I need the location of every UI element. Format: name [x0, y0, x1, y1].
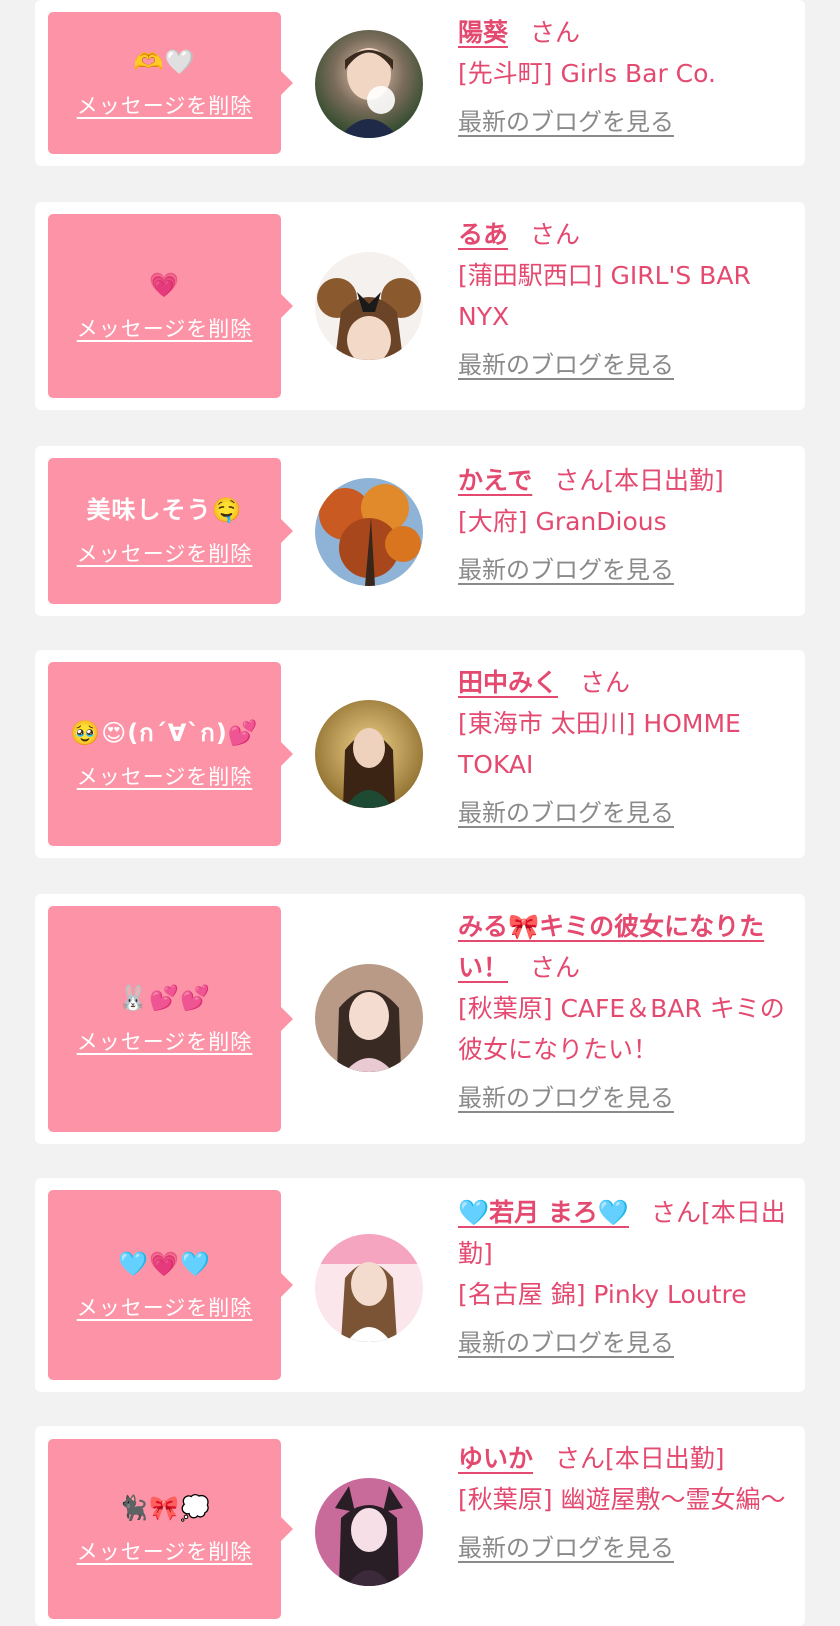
honorific: さん	[530, 18, 581, 47]
delete-message-link[interactable]: メッセージを削除	[77, 1028, 253, 1056]
user-info: 田中みく さん [東海市 太田川] HOMME TOKAI 最新のブログを見る	[458, 662, 793, 829]
avatar[interactable]	[315, 1478, 423, 1586]
user-info: ゆいか さん[本日出勤] [秋葉原] 幽遊屋敷〜霊女編〜 最新のブログを見る	[458, 1438, 793, 1564]
message-card: 🥹😍(ก´∀`ก)💕 メッセージを削除 田中みく さん [東海市 太田川] HOM…	[35, 650, 805, 858]
honorific: さん	[650, 1198, 701, 1227]
avatar[interactable]	[315, 478, 423, 586]
message-text: 🩵💗🩵	[118, 1250, 211, 1278]
delete-message-link[interactable]: メッセージを削除	[77, 1294, 253, 1322]
message-text: 美味しそう🤤	[86, 496, 243, 524]
status-badge: [本日出勤]	[604, 466, 724, 495]
user-info: かえで さん[本日出勤] [大府] GranDious 最新のブログを見る	[458, 460, 793, 586]
message-text: 🐈‍⬛🎀💭	[118, 1494, 211, 1522]
message-bubble: 💗 メッセージを削除	[48, 214, 293, 398]
honorific: さん	[530, 953, 581, 982]
message-card: 🐈‍⬛🎀💭 メッセージを削除 ゆいか さん[本日出勤] [秋葉原] 幽遊屋敷〜霊女…	[35, 1426, 805, 1626]
delete-message-link[interactable]: メッセージを削除	[77, 92, 253, 120]
latest-blog-link[interactable]: 最新のブログを見る	[458, 1327, 674, 1359]
latest-blog-link[interactable]: 最新のブログを見る	[458, 1532, 674, 1564]
avatar[interactable]	[315, 252, 423, 360]
latest-blog-link[interactable]: 最新のブログを見る	[458, 349, 674, 381]
delete-message-link[interactable]: メッセージを削除	[77, 1538, 253, 1566]
message-card: 美味しそう🤤 メッセージを削除 かえで さん[本日出勤] [大府] GranDio…	[35, 446, 805, 616]
message-card: 🩵💗🩵 メッセージを削除 🩵若月 まろ🩵 さん[本日出勤] [名古屋 錦] Pin…	[35, 1178, 805, 1392]
avatar[interactable]	[315, 30, 423, 138]
honorific: さん	[555, 1444, 606, 1473]
honorific: さん	[554, 466, 605, 495]
user-info: 🩵若月 まろ🩵 さん[本日出勤] [名古屋 錦] Pinky Loutre 最新の…	[458, 1192, 793, 1359]
delete-message-link[interactable]: メッセージを削除	[77, 540, 253, 568]
avatar[interactable]	[315, 1234, 423, 1342]
delete-message-link[interactable]: メッセージを削除	[77, 315, 253, 343]
status-badge: [本日出勤]	[605, 1444, 725, 1473]
message-bubble: 美味しそう🤤 メッセージを削除	[48, 458, 293, 604]
latest-blog-link[interactable]: 最新のブログを見る	[458, 554, 674, 586]
message-bubble: 🥹😍(ก´∀`ก)💕 メッセージを削除	[48, 662, 293, 846]
user-name-link[interactable]: るあ	[458, 220, 508, 249]
shop-name: [名古屋 錦] Pinky Loutre	[458, 1280, 747, 1309]
user-name-link[interactable]: 田中みく	[458, 668, 558, 697]
user-info: るあ さん [蒲田駅西口] GIRL'S BAR NYX 最新のブログを見る	[458, 214, 793, 381]
user-info: みる🎀キミの彼女になりたい！ さん [秋葉原] CAFE＆BAR キミの彼女になり…	[458, 906, 793, 1114]
user-name-link[interactable]: ゆいか	[458, 1444, 533, 1473]
latest-blog-link[interactable]: 最新のブログを見る	[458, 797, 674, 829]
message-card: 🫶🤍 メッセージを削除 陽葵 さん [先斗町] Girls Bar Co. 最新の…	[35, 0, 805, 166]
message-bubble: 🐈‍⬛🎀💭 メッセージを削除	[48, 1439, 293, 1619]
message-bubble: 🫶🤍 メッセージを削除	[48, 12, 293, 154]
message-card: 🐰💕💕 メッセージを削除 みる🎀キミの彼女になりたい！ さん [秋葉原] CAFE…	[35, 894, 805, 1144]
avatar[interactable]	[315, 964, 423, 1072]
user-info: 陽葵 さん [先斗町] Girls Bar Co. 最新のブログを見る	[458, 12, 793, 138]
message-text: 🫶🤍	[133, 48, 196, 76]
user-name-link[interactable]: かえで	[458, 466, 532, 495]
shop-name: [大府] GranDious	[458, 507, 667, 536]
shop-name: [先斗町] Girls Bar Co.	[458, 59, 716, 88]
user-name-link[interactable]: 陽葵	[458, 18, 508, 47]
shop-name: [秋葉原] CAFE＆BAR キミの彼女になりたい！	[458, 994, 785, 1064]
message-card: 💗 メッセージを削除 るあ さん [蒲田駅西口] GIRL'S BAR NYX 最…	[35, 202, 805, 410]
latest-blog-link[interactable]: 最新のブログを見る	[458, 106, 674, 138]
honorific: さん	[580, 668, 631, 697]
user-name-link[interactable]: みる🎀キミの彼女になりたい！	[458, 912, 764, 982]
shop-name: [秋葉原] 幽遊屋敷〜霊女編〜	[458, 1485, 786, 1514]
latest-blog-link[interactable]: 最新のブログを見る	[458, 1082, 674, 1114]
delete-message-link[interactable]: メッセージを削除	[77, 763, 253, 791]
honorific: さん	[530, 220, 581, 249]
message-bubble: 🩵💗🩵 メッセージを削除	[48, 1190, 293, 1380]
message-bubble: 🐰💕💕 メッセージを削除	[48, 906, 293, 1132]
shop-name: [東海市 太田川] HOMME TOKAI	[458, 709, 741, 779]
message-text: 💗	[149, 271, 180, 299]
message-text: 🥹😍(ก´∀`ก)💕	[70, 719, 259, 747]
message-text: 🐰💕💕	[118, 984, 211, 1012]
user-name-link[interactable]: 🩵若月 まろ🩵	[458, 1198, 629, 1227]
shop-name: [蒲田駅西口] GIRL'S BAR NYX	[458, 261, 751, 331]
avatar[interactable]	[315, 700, 423, 808]
